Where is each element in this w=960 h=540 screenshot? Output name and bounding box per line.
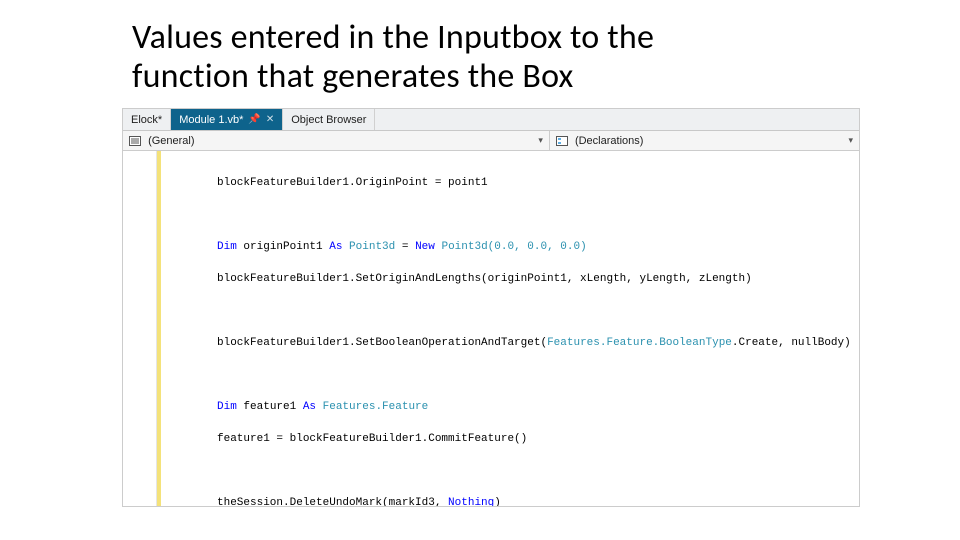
tab-elock-label: Elock* — [131, 114, 162, 126]
slide-title: Values entered in the Inputbox to the fu… — [0, 0, 960, 108]
tab-module1-label: Module 1.vb* — [179, 114, 243, 126]
tab-object-browser-label: Object Browser — [291, 114, 366, 126]
code-line — [161, 303, 859, 319]
chevron-down-icon: ▾ — [848, 135, 853, 146]
scope-dropdown[interactable]: (General) ▾ — [123, 131, 550, 150]
member-dropdown-label: (Declarations) — [575, 135, 643, 147]
code-line: blockFeatureBuilder1.OriginPoint = point… — [161, 175, 859, 191]
declarations-icon — [556, 136, 568, 146]
navigation-bar: (General) ▾ (Declarations) ▾ — [123, 131, 859, 151]
tab-elock[interactable]: Elock* — [123, 109, 171, 130]
code-line: feature1 = blockFeatureBuilder1.CommitFe… — [161, 431, 859, 447]
code-editor[interactable]: blockFeatureBuilder1.OriginPoint = point… — [123, 151, 859, 506]
code-line: theSession.DeleteUndoMark(markId3, Nothi… — [161, 495, 859, 506]
code-line: blockFeatureBuilder1.SetBooleanOperation… — [161, 335, 859, 351]
close-icon[interactable]: ✕ — [266, 114, 274, 125]
tab-object-browser[interactable]: Object Browser — [283, 109, 375, 130]
code-line: blockFeatureBuilder1.SetOriginAndLengths… — [161, 271, 859, 287]
member-dropdown[interactable]: (Declarations) ▾ — [550, 131, 859, 150]
code-line — [161, 207, 859, 223]
document-tab-strip: Elock* Module 1.vb* 📌 ✕ Object Browser — [123, 109, 859, 131]
code-line — [161, 367, 859, 383]
slide-title-line2: function that generates the Box — [132, 56, 573, 97]
module-icon — [129, 136, 141, 146]
editor-gutter — [123, 151, 157, 506]
code-line: Dim feature1 As Features.Feature — [161, 399, 859, 415]
code-area[interactable]: blockFeatureBuilder1.OriginPoint = point… — [161, 151, 859, 506]
ide-editor-window: Elock* Module 1.vb* 📌 ✕ Object Browser — [122, 108, 860, 507]
scope-dropdown-label: (General) — [148, 135, 194, 147]
code-line — [161, 463, 859, 479]
tab-module1[interactable]: Module 1.vb* 📌 ✕ — [171, 109, 283, 130]
slide-title-line1: Values entered in the Inputbox to the — [132, 17, 654, 58]
code-line: Dim originPoint1 As Point3d = New Point3… — [161, 239, 859, 255]
pin-icon[interactable]: 📌 — [248, 114, 260, 125]
chevron-down-icon: ▾ — [538, 135, 543, 146]
